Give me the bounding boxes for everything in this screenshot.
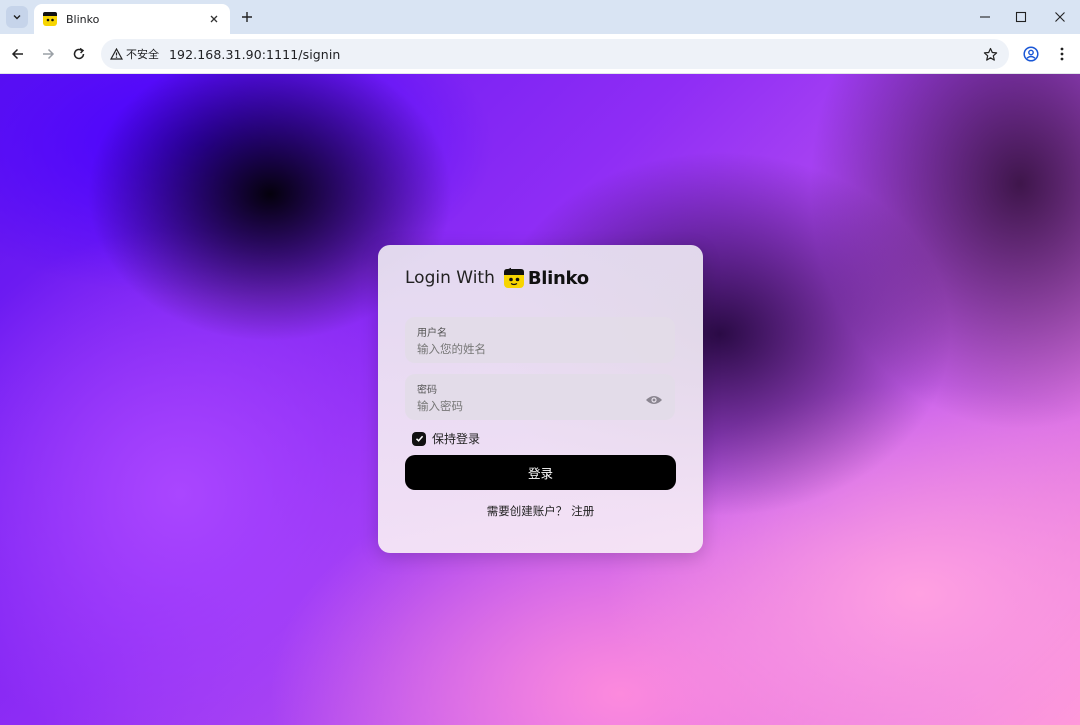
security-label: 不安全 — [126, 48, 159, 61]
window-close-button[interactable] — [1047, 6, 1073, 28]
remember-checkbox[interactable] — [412, 431, 426, 446]
tab-strip: Blinko — [0, 0, 1080, 34]
chevron-down-icon — [13, 15, 21, 20]
login-button[interactable]: 登录 — [405, 455, 676, 490]
arrow-right-icon — [43, 48, 55, 60]
minimize-icon — [980, 16, 990, 18]
warning-triangle-icon — [110, 48, 123, 60]
register-link[interactable]: 注册 — [571, 504, 594, 518]
plus-icon — [242, 12, 252, 22]
star-icon — [983, 47, 997, 61]
close-icon — [1055, 12, 1065, 22]
reload-button[interactable] — [67, 42, 91, 66]
minimize-button[interactable] — [972, 6, 998, 28]
remember-label: 保持登录 — [432, 432, 481, 446]
new-tab-button[interactable] — [238, 8, 256, 26]
username-input[interactable] — [417, 342, 637, 356]
back-button[interactable] — [6, 42, 30, 66]
profile-button[interactable] — [1020, 43, 1042, 65]
browser-toolbar: 不安全 192.168.31.90:1111/signin — [0, 34, 1080, 74]
page-viewport: Login With Blinko 用户名 密码 — [0, 74, 1080, 725]
eye-icon[interactable] — [645, 393, 663, 407]
address-bar[interactable]: 不安全 192.168.31.90:1111/signin — [101, 39, 1009, 69]
blinko-logo-icon — [503, 267, 524, 288]
kebab-menu-icon — [1060, 47, 1064, 61]
tab-search-button[interactable] — [6, 6, 28, 28]
tab-title: Blinko — [66, 12, 100, 26]
browser-tab-active[interactable]: Blinko — [34, 4, 230, 34]
login-header: Login With Blinko — [405, 267, 589, 289]
username-label: 用户名 — [417, 328, 447, 339]
url-text[interactable]: 192.168.31.90:1111/signin — [169, 47, 340, 62]
blinko-logo-icon — [43, 12, 57, 26]
remember-me[interactable]: 保持登录 — [412, 430, 480, 447]
password-field[interactable]: 密码 — [405, 374, 675, 420]
profile-icon — [1023, 46, 1039, 62]
check-icon — [415, 435, 423, 442]
forward-button[interactable] — [36, 42, 60, 66]
register-prompt: 需要创建账户？ — [486, 504, 568, 518]
register-row: 需要创建账户？ 注册 — [378, 503, 703, 519]
security-indicator[interactable]: 不安全 — [110, 46, 169, 62]
brand-name: Blinko — [527, 267, 589, 289]
username-field[interactable]: 用户名 — [405, 317, 675, 363]
password-input[interactable] — [417, 399, 637, 413]
arrow-left-icon — [11, 48, 23, 60]
close-icon[interactable] — [206, 11, 222, 27]
reload-icon — [73, 47, 85, 60]
maximize-icon — [1015, 11, 1027, 23]
maximize-button[interactable] — [1008, 6, 1034, 28]
password-label: 密码 — [417, 385, 437, 396]
browser-menu-button[interactable] — [1051, 43, 1073, 65]
login-card: Login With Blinko 用户名 密码 — [378, 245, 703, 553]
bookmark-button[interactable] — [981, 45, 999, 63]
login-title: Login With — [405, 268, 495, 288]
